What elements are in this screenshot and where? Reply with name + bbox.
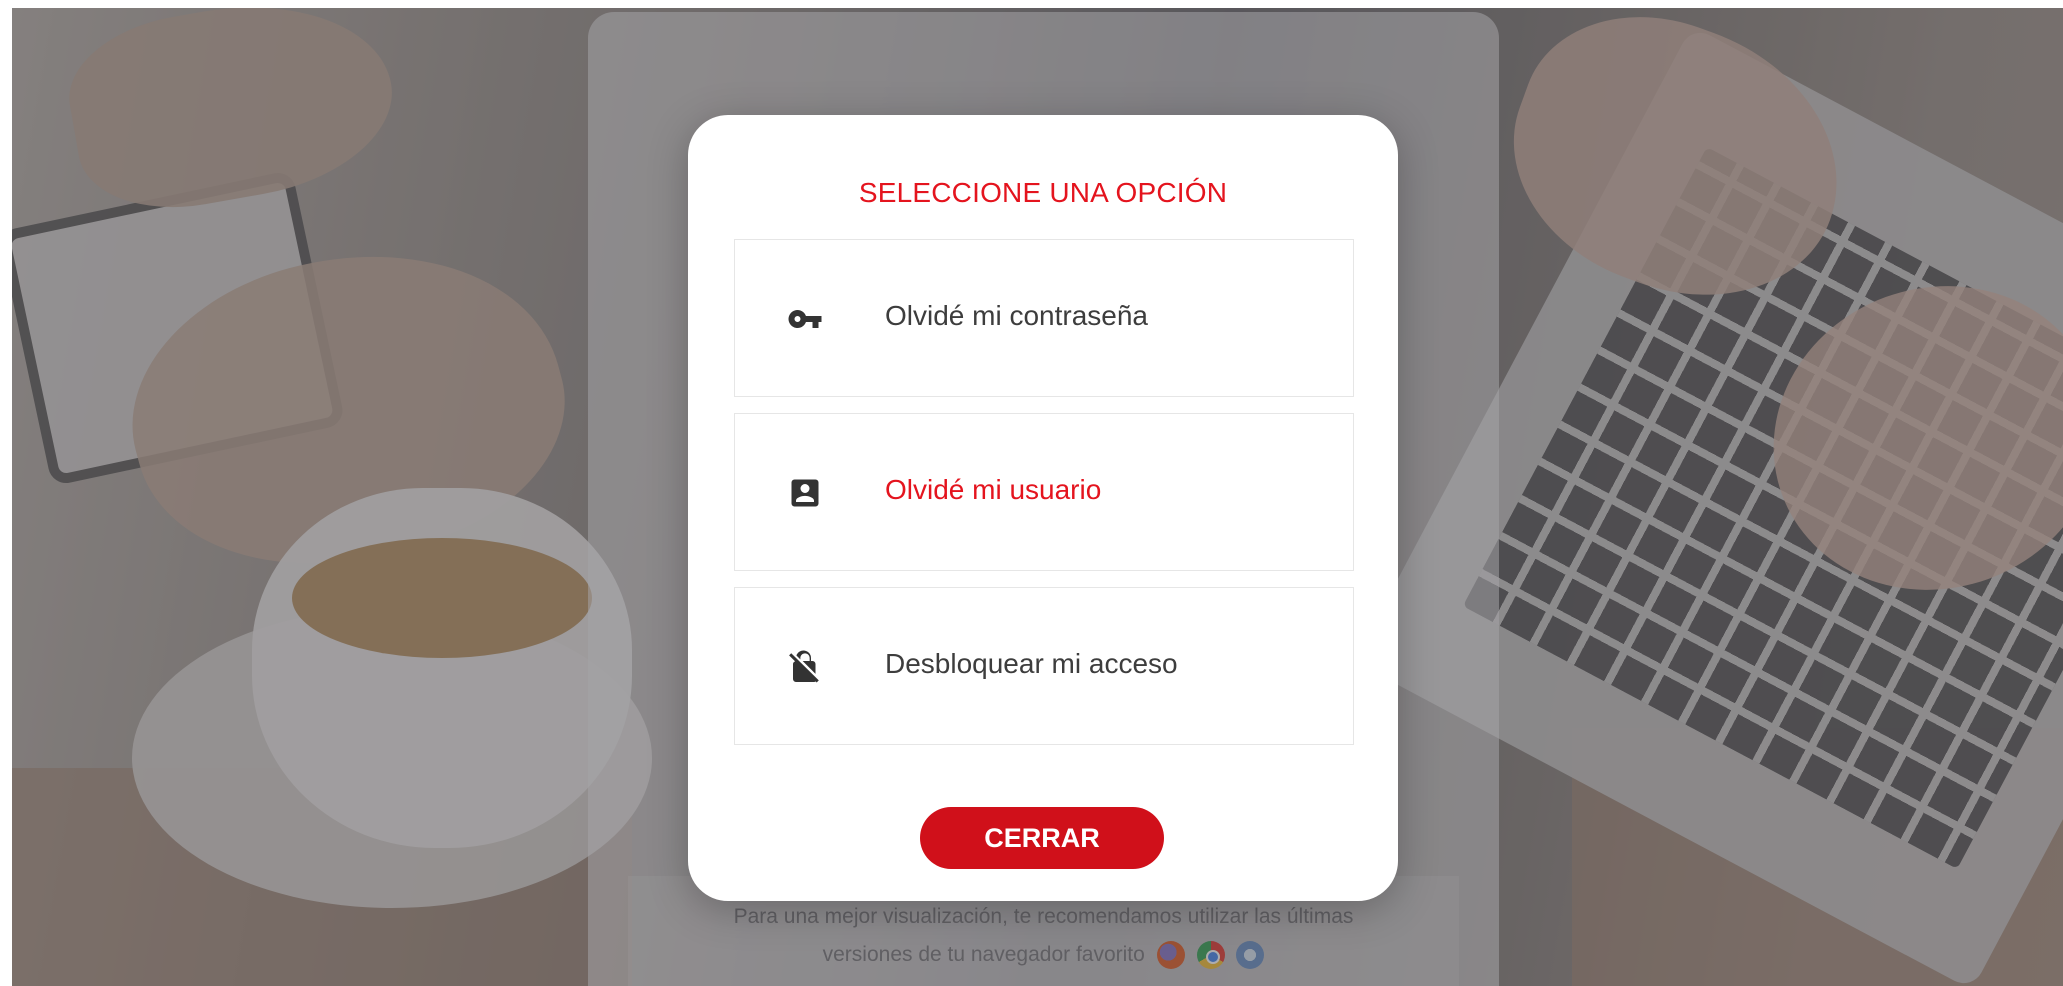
option-unlock-access[interactable]: Desbloquear mi acceso bbox=[734, 587, 1354, 745]
modal-title: SELECCIONE UNA OPCIÓN bbox=[858, 177, 1228, 208]
option-label: Desbloquear mi acceso bbox=[885, 648, 1178, 679]
key-icon bbox=[788, 310, 822, 328]
option-label: Olvidé mi usuario bbox=[885, 474, 1102, 505]
recovery-options-modal: SELECCIONE UNA OPCIÓN Olvidé mi contrase… bbox=[688, 115, 1398, 901]
option-forgot-username[interactable]: Olvidé mi usuario bbox=[734, 413, 1354, 571]
option-forgot-password[interactable]: Olvidé mi contraseña bbox=[734, 239, 1354, 397]
option-label: Olvidé mi contraseña bbox=[885, 300, 1149, 331]
account-box-icon bbox=[791, 479, 819, 507]
lock-off-icon bbox=[789, 650, 819, 683]
close-button[interactable]: CERRAR bbox=[920, 807, 1164, 869]
